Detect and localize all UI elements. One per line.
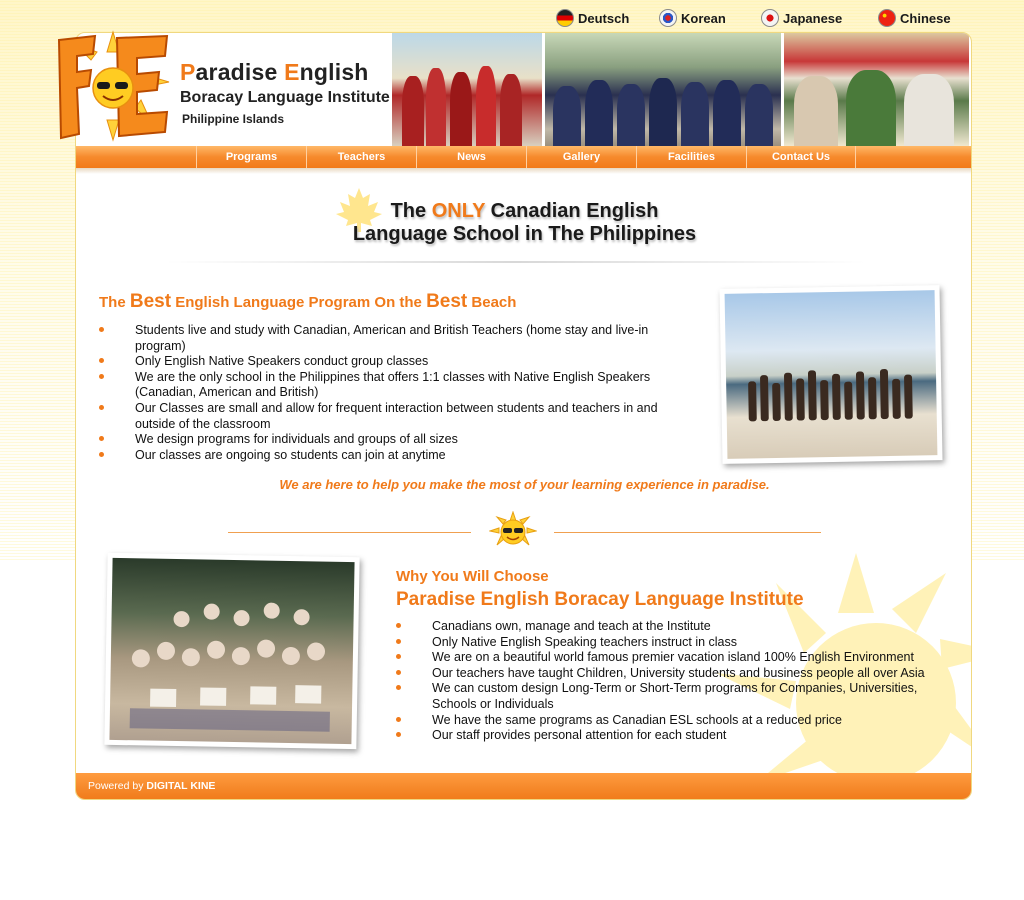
nav-gallery[interactable]: Gallery (526, 146, 636, 168)
korea-flag-icon (659, 9, 677, 27)
main-nav: Programs Teachers News Gallery Facilitie… (76, 146, 971, 168)
list-item: Only English Native Speakers conduct gro… (99, 354, 689, 370)
germany-flag-icon (556, 9, 574, 27)
list-item: We have the same programs as Canadian ES… (396, 713, 956, 729)
list-item: Our classes are ongoing so students can … (99, 448, 689, 464)
nav-teachers[interactable]: Teachers (306, 146, 416, 168)
section2-kicker: Why You Will Choose (396, 568, 549, 585)
lang-japanese-link[interactable]: Japanese (761, 6, 878, 30)
main-panel: Paradise English Boracay Language Instit… (75, 32, 972, 800)
china-flag-icon (878, 9, 896, 27)
list-item: Our teachers have taught Children, Unive… (396, 666, 956, 682)
tagline: We are here to help you make the most of… (279, 477, 770, 492)
headline-banner: The ONLY Canadian English Language Schoo… (76, 183, 971, 269)
lang-label: Deutsch (578, 10, 630, 26)
brand-subtitle: Boracay Language Institute (180, 89, 390, 106)
list-item: Only Native English Speaking teachers in… (396, 635, 956, 651)
headline-rule (166, 261, 866, 263)
lang-deutsch-link[interactable]: Deutsch (556, 6, 659, 30)
brand-location: Philippine Islands (182, 112, 285, 126)
nav-shadow (76, 168, 971, 174)
list-item: Students live and study with Canadian, A… (99, 323, 689, 354)
list-item: We are the only school in the Philippine… (99, 370, 689, 401)
language-bar: Deutsch Korean Japanese Chinese (556, 6, 964, 30)
nav-news[interactable]: News (416, 146, 526, 168)
lang-label: Japanese (783, 10, 843, 26)
divider-right (554, 532, 821, 533)
lang-chinese-link[interactable]: Chinese (878, 6, 964, 30)
headline-text: The ONLY Canadian English Language Schoo… (352, 200, 697, 245)
nav-programs[interactable]: Programs (196, 146, 306, 168)
list-item: Our Classes are small and allow for freq… (99, 401, 689, 432)
students-group-photo (104, 552, 360, 750)
list-item: We are on a beautiful world famous premi… (396, 650, 956, 666)
brand-title: Paradise English (180, 59, 369, 85)
header-photo-strip (392, 33, 971, 146)
divider-left (228, 532, 471, 533)
list-item: We design programs for individuals and g… (99, 432, 689, 448)
nav-facilities[interactable]: Facilities (636, 146, 746, 168)
lang-korean-link[interactable]: Korean (659, 6, 761, 30)
header-photo-students (392, 33, 542, 146)
header-photo-certificates (784, 33, 969, 146)
lang-label: Chinese (900, 10, 951, 26)
section1-list: Students live and study with Canadian, A… (99, 323, 689, 463)
site-footer: Powered by DIGITAL KINE (76, 773, 971, 799)
nav-contact-us[interactable]: Contact Us (746, 146, 856, 168)
section2-list: Canadians own, manage and teach at the I… (396, 619, 956, 744)
beach-people-figures (748, 369, 913, 422)
sun-mascot-icon (489, 511, 537, 546)
digital-kine-link[interactable]: DIGITAL KINE (146, 780, 215, 792)
list-item: Canadians own, manage and teach at the I… (396, 619, 956, 635)
list-item: Our staff provides personal attention fo… (396, 728, 956, 744)
section1-title: The Best English Language Program On the… (99, 291, 517, 312)
beach-group-photo (719, 285, 943, 464)
site-header: Paradise English Boracay Language Instit… (76, 33, 971, 146)
powered-by: Powered by DIGITAL KINE (88, 780, 216, 792)
section2-title: Paradise English Boracay Language Instit… (396, 589, 804, 610)
lang-label: Korean (681, 10, 726, 26)
list-item: We can custom design Long-Term or Short-… (396, 681, 956, 712)
header-photo-staff (545, 33, 781, 146)
paradise-english-logo[interactable] (55, 30, 173, 142)
students-figures (129, 602, 330, 732)
japan-flag-icon (761, 9, 779, 27)
